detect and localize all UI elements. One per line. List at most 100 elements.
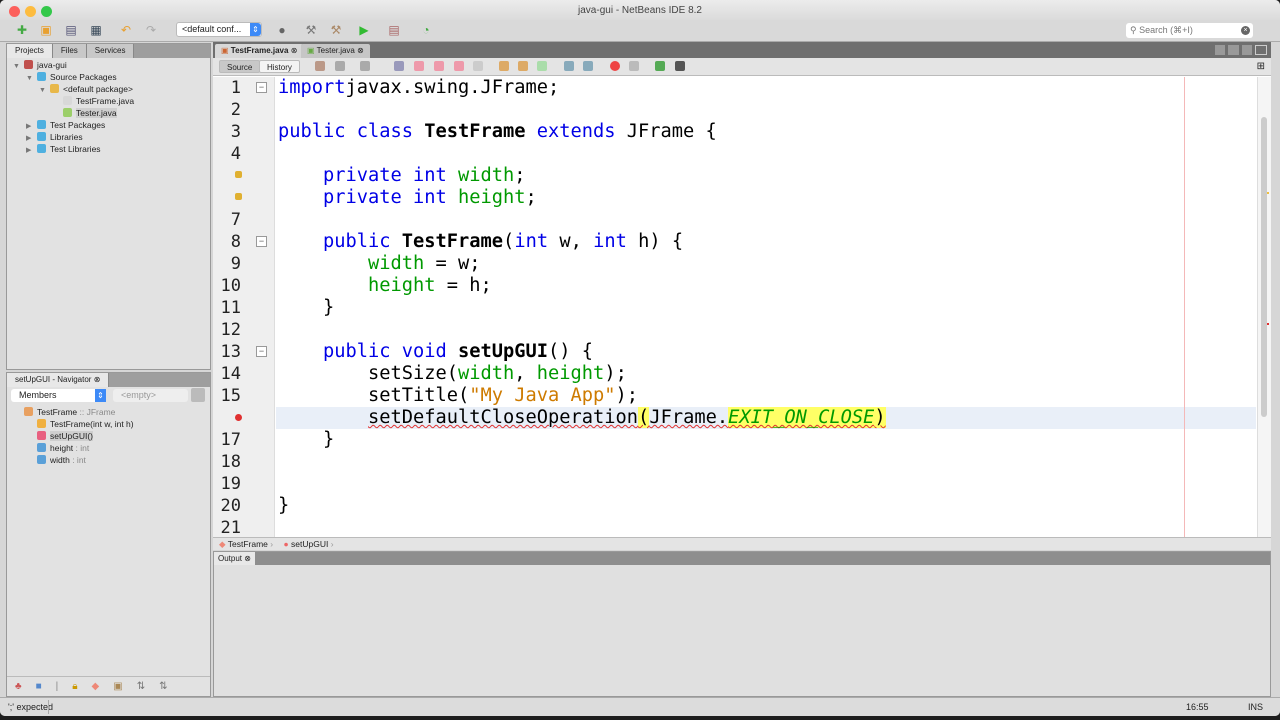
find-previous-icon[interactable]: [414, 61, 424, 71]
scroll-tabs-left-icon[interactable]: [1215, 45, 1226, 55]
last-edit-icon[interactable]: [315, 61, 325, 71]
code-line[interactable]: width = w;: [278, 253, 481, 275]
code-line[interactable]: setTitle("My Java App");: [278, 385, 638, 407]
tab-files[interactable]: Files: [52, 44, 87, 58]
debug-icon[interactable]: ▤: [386, 23, 402, 38]
tree-item-label: TestFrame(int w, int h): [50, 419, 134, 429]
tab-services[interactable]: Services: [86, 44, 135, 58]
code-line[interactable]: }: [278, 495, 289, 517]
tree-item[interactable]: setUpGUI(): [26, 430, 93, 442]
code-token: height: [368, 275, 436, 296]
run-icon[interactable]: ▶: [356, 23, 372, 38]
code-area[interactable]: importjavax.swing.JFrame; public class Te…: [213, 77, 1253, 537]
stop-macro-icon[interactable]: [629, 61, 639, 71]
tree-item[interactable]: height : int: [26, 442, 89, 454]
shift-left-icon[interactable]: [564, 61, 574, 71]
split-editor-icon[interactable]: ⊞: [1257, 61, 1265, 72]
empty-select[interactable]: <empty>: [113, 389, 188, 402]
filter-static-icon[interactable]: |: [56, 681, 59, 692]
insert-mode[interactable]: INS: [1248, 698, 1263, 716]
open-project-icon[interactable]: ▤: [63, 23, 79, 38]
code-token: }: [278, 495, 290, 516]
toggle-highlight-icon[interactable]: [454, 61, 464, 71]
scroll-tabs-right-icon[interactable]: [1228, 45, 1239, 55]
source-button[interactable]: Source: [219, 60, 261, 73]
code-line[interactable]: public class TestFrame extends JFrame {: [278, 121, 717, 143]
profile-icon[interactable]: ◔: [418, 23, 434, 38]
find-selection-icon[interactable]: [394, 61, 404, 71]
tree-item[interactable]: Tester.java: [52, 107, 117, 119]
filter-nonpublic-icon[interactable]: 🔒︎: [72, 681, 77, 692]
previous-bookmark-icon[interactable]: [499, 61, 509, 71]
close-tab-icon[interactable]: ⊗: [291, 46, 298, 55]
undo-icon[interactable]: ↶: [118, 23, 134, 38]
sort-by-source-icon[interactable]: ⇅: [159, 681, 167, 692]
tab-nav-controls: [1215, 45, 1267, 55]
expand-arrow-icon[interactable]: ▼: [13, 61, 24, 73]
new-project-icon[interactable]: ▣: [38, 23, 54, 38]
code-line[interactable]: private int height;: [278, 187, 537, 209]
find-next-icon[interactable]: [434, 61, 444, 71]
toggle-rect-select-icon[interactable]: [473, 61, 483, 71]
expand-arrow-icon[interactable]: ▼: [39, 85, 50, 97]
history-button[interactable]: History: [259, 60, 300, 73]
code-line[interactable]: setDefaultCloseOperation(JFrame.EXIT_ON_…: [278, 407, 886, 429]
next-bookmark-icon[interactable]: [518, 61, 528, 71]
breadcrumb-method[interactable]: setUpGUI: [291, 539, 328, 549]
code-token: JFrame {: [626, 121, 717, 142]
uncomment-icon[interactable]: [675, 61, 685, 71]
tree-item[interactable]: ▶ Test Libraries: [26, 143, 101, 157]
configuration-select[interactable]: <default conf... ⇕: [176, 22, 262, 37]
code-line[interactable]: public void setUpGUI() {: [278, 341, 593, 363]
code-line[interactable]: }: [278, 297, 334, 319]
navigator-layout-icon[interactable]: [191, 388, 205, 402]
code-line[interactable]: setSize(width, height);: [278, 363, 627, 385]
tab-tester[interactable]: ▣ Tester.java ⊗: [301, 44, 370, 58]
tree-item[interactable]: width : int: [26, 454, 86, 466]
sort-by-name-icon[interactable]: ⇅: [137, 681, 145, 692]
filter-inner-classes-icon[interactable]: ◆: [92, 681, 100, 692]
error-stripe[interactable]: [1257, 77, 1271, 537]
code-token: EXIT_ON_CLOSE: [728, 407, 875, 428]
filter-inherited-icon[interactable]: ♣: [15, 681, 22, 692]
tree-item[interactable]: TestFrame.java: [52, 95, 134, 107]
clean-build-icon[interactable]: ⚒: [328, 23, 344, 38]
tab-projects[interactable]: Projects: [7, 44, 53, 58]
vertical-scrollbar[interactable]: [1261, 117, 1267, 417]
code-line[interactable]: height = h;: [278, 275, 492, 297]
breadcrumb-class[interactable]: TestFrame: [228, 539, 268, 549]
shift-right-icon[interactable]: [583, 61, 593, 71]
navigator-tabs: setUpGUI - Navigator ⊗: [7, 373, 210, 387]
expand-arrow-icon[interactable]: ▼: [26, 73, 37, 85]
clear-search-icon[interactable]: ×: [1241, 26, 1250, 35]
tree-item[interactable]: TestFrame :: JFrame: [13, 406, 115, 418]
maximize-icon[interactable]: [1254, 45, 1267, 55]
code-line[interactable]: }: [278, 429, 334, 451]
navigator-tab[interactable]: setUpGUI - Navigator ⊗: [7, 373, 110, 387]
search-input[interactable]: ⚲ Search (⌘+I) ×: [1126, 23, 1253, 38]
toggle-bookmark-icon[interactable]: [537, 61, 547, 71]
build-hammer-icon[interactable]: ⚒: [303, 23, 319, 38]
output-tab[interactable]: Output ⊗: [214, 552, 255, 565]
filter-fields-icon[interactable]: ■: [36, 681, 42, 692]
new-file-icon[interactable]: ✚: [14, 23, 30, 38]
forward-icon[interactable]: [360, 61, 370, 71]
show-opened-documents-icon[interactable]: [1241, 45, 1252, 55]
tab-testframe[interactable]: ▣ TestFrame.java ⊗: [215, 44, 304, 58]
redo-icon[interactable]: ↷: [143, 23, 159, 38]
members-select[interactable]: Members ⇕: [11, 389, 106, 402]
expand-arrow-icon[interactable]: ▶: [26, 145, 37, 157]
browser-icon[interactable]: ●: [274, 23, 290, 38]
filter-fqn-icon[interactable]: ▣: [113, 681, 122, 692]
back-icon[interactable]: [335, 61, 345, 71]
tree-item[interactable]: TestFrame(int w, int h): [26, 418, 134, 430]
start-macro-icon[interactable]: [610, 61, 620, 71]
code-line[interactable]: public TestFrame(int w, int h) {: [278, 231, 683, 253]
save-all-icon[interactable]: ▦: [88, 23, 104, 38]
code-line[interactable]: importjavax.swing.JFrame;: [278, 77, 559, 99]
close-tab-icon[interactable]: ⊗: [357, 46, 364, 55]
code-line[interactable]: private int width;: [278, 165, 526, 187]
comment-icon[interactable]: [655, 61, 665, 71]
